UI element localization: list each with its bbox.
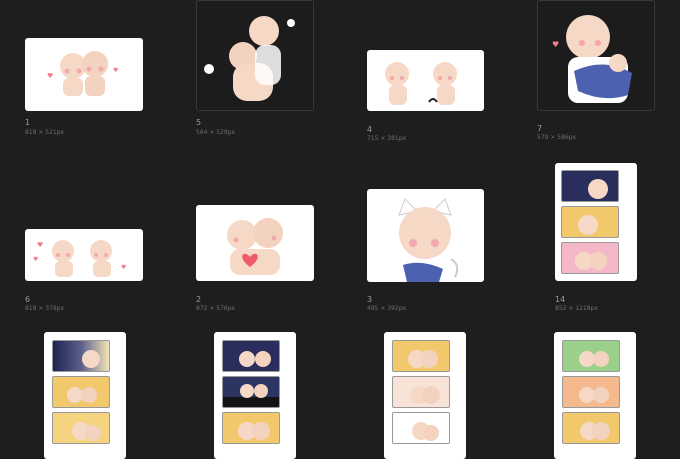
- comic-panel-2: [562, 376, 620, 408]
- image-label: 5: [196, 118, 202, 127]
- comic-panel-3: [562, 412, 620, 444]
- comic-panel-2: [392, 376, 450, 408]
- image-label: 2: [196, 295, 202, 304]
- svg-text:♥: ♥: [552, 40, 559, 49]
- comic-panel-1: [561, 170, 619, 202]
- chibi-pair-warm: [238, 422, 270, 440]
- thumbnail-7[interactable]: ♥: [537, 0, 655, 111]
- chibi-pair-illustration: ♥ ♥: [47, 51, 118, 96]
- image-gallery: { "gallery": { "items": [ {"label": "1",…: [0, 0, 680, 459]
- thumbnail-14[interactable]: [555, 163, 637, 281]
- chibi-pair-yellow: [67, 387, 97, 403]
- svg-text:♥: ♥: [33, 256, 38, 263]
- comic-panel-1: [52, 340, 110, 372]
- image-label: 3: [367, 295, 373, 304]
- gallery-item-comic-warm[interactable]: [384, 332, 466, 459]
- gallery-item-1[interactable]: ♥ ♥ 1 819 × 521px: [25, 38, 143, 148]
- image-dimensions: 495 × 392px: [367, 305, 407, 312]
- chibi-pair-soft: [410, 386, 440, 404]
- gallery-item-5[interactable]: 5 564 × 529px: [196, 0, 314, 148]
- thumbnail-6[interactable]: ♥ ♥ ♥: [25, 229, 143, 281]
- svg-text:♥: ♥: [47, 72, 53, 80]
- thumbnail-2[interactable]: [196, 205, 314, 281]
- thumbnail-1[interactable]: ♥ ♥: [25, 38, 143, 111]
- comic-panel-2: [561, 206, 619, 238]
- gallery-item-4[interactable]: 4 715 × 381px: [367, 50, 485, 148]
- chibi-pair-green: [579, 351, 609, 367]
- chibi-face-night: [588, 179, 608, 199]
- chibi-pair-warm: [580, 422, 610, 440]
- chibi-hearts-illustration: ♥ ♥ ♥: [33, 240, 126, 277]
- gallery-item-comic-green[interactable]: [554, 332, 636, 459]
- comic-panel-1: [222, 340, 280, 372]
- image-dimensions: 564 × 529px: [196, 129, 236, 136]
- comic-panel-2: [52, 376, 110, 408]
- city-skyline: [223, 384, 279, 407]
- chibi-pair-pink: [575, 252, 607, 270]
- gallery-item-14[interactable]: 14 852 × 1218px: [555, 163, 637, 315]
- image-dimensions: 819 × 378px: [25, 305, 65, 312]
- gallery-item-6[interactable]: ♥ ♥ ♥ 6 819 × 378px: [25, 229, 143, 315]
- chibi-baby-illustration: ♥: [552, 15, 632, 103]
- thumbnail-comic-night[interactable]: [44, 332, 126, 459]
- thumbnail-comic-green[interactable]: [554, 332, 636, 459]
- image-label: 6: [25, 295, 31, 304]
- gallery-item-3[interactable]: 3 495 × 392px: [367, 189, 485, 315]
- comic-panel-3: [52, 412, 110, 444]
- comic-panel-2: [222, 376, 280, 408]
- image-dimensions: 872 × 576px: [196, 305, 236, 312]
- comic-panel-1: [562, 340, 620, 372]
- gallery-item-7[interactable]: ♥ 7 579 × 586px: [537, 0, 655, 148]
- gallery-item-comic-night[interactable]: [44, 332, 126, 459]
- chibi-pair-warm: [72, 422, 101, 441]
- chibi-pair-orange: [579, 387, 609, 403]
- chibi-face-yellow: [578, 215, 598, 235]
- comic-panel-1: [392, 340, 450, 372]
- svg-text:♥: ♥: [37, 241, 43, 249]
- svg-text:♥: ♥: [113, 67, 118, 74]
- chibi-cuddle: [412, 422, 439, 441]
- chibi-pair-night: [239, 351, 271, 367]
- thumbnail-5[interactable]: [196, 0, 314, 111]
- image-label: 14: [555, 295, 566, 304]
- image-label: 7: [537, 124, 543, 133]
- comic-panel-3: [222, 412, 280, 444]
- gallery-item-comic-city[interactable]: [214, 332, 296, 459]
- chibi-pair-yellow: [408, 350, 438, 368]
- comic-panel-3: [392, 412, 450, 444]
- thumbnail-comic-warm[interactable]: [384, 332, 466, 459]
- image-dimensions: 579 × 586px: [537, 134, 577, 141]
- image-dimensions: 852 × 1218px: [555, 305, 598, 312]
- image-label: 1: [25, 118, 31, 127]
- image-label: 4: [367, 125, 373, 134]
- chibi-holding-heart-illustration: [227, 218, 283, 275]
- chibi-hug-illustration: [204, 16, 295, 101]
- comic-panel-3: [561, 242, 619, 274]
- thumbnail-3[interactable]: [367, 189, 484, 282]
- two-chibi-illustration: [385, 62, 457, 105]
- image-dimensions: 715 × 381px: [367, 135, 407, 142]
- cat-ear-chibi-illustration: [398, 198, 459, 282]
- image-dimensions: 819 × 521px: [25, 129, 65, 136]
- svg-text:♥: ♥: [121, 264, 126, 271]
- gallery-item-2[interactable]: 2 872 × 576px: [196, 205, 314, 315]
- thumbnail-comic-city[interactable]: [214, 332, 296, 459]
- chibi-face-night: [82, 350, 100, 368]
- thumbnail-4[interactable]: [367, 50, 484, 111]
